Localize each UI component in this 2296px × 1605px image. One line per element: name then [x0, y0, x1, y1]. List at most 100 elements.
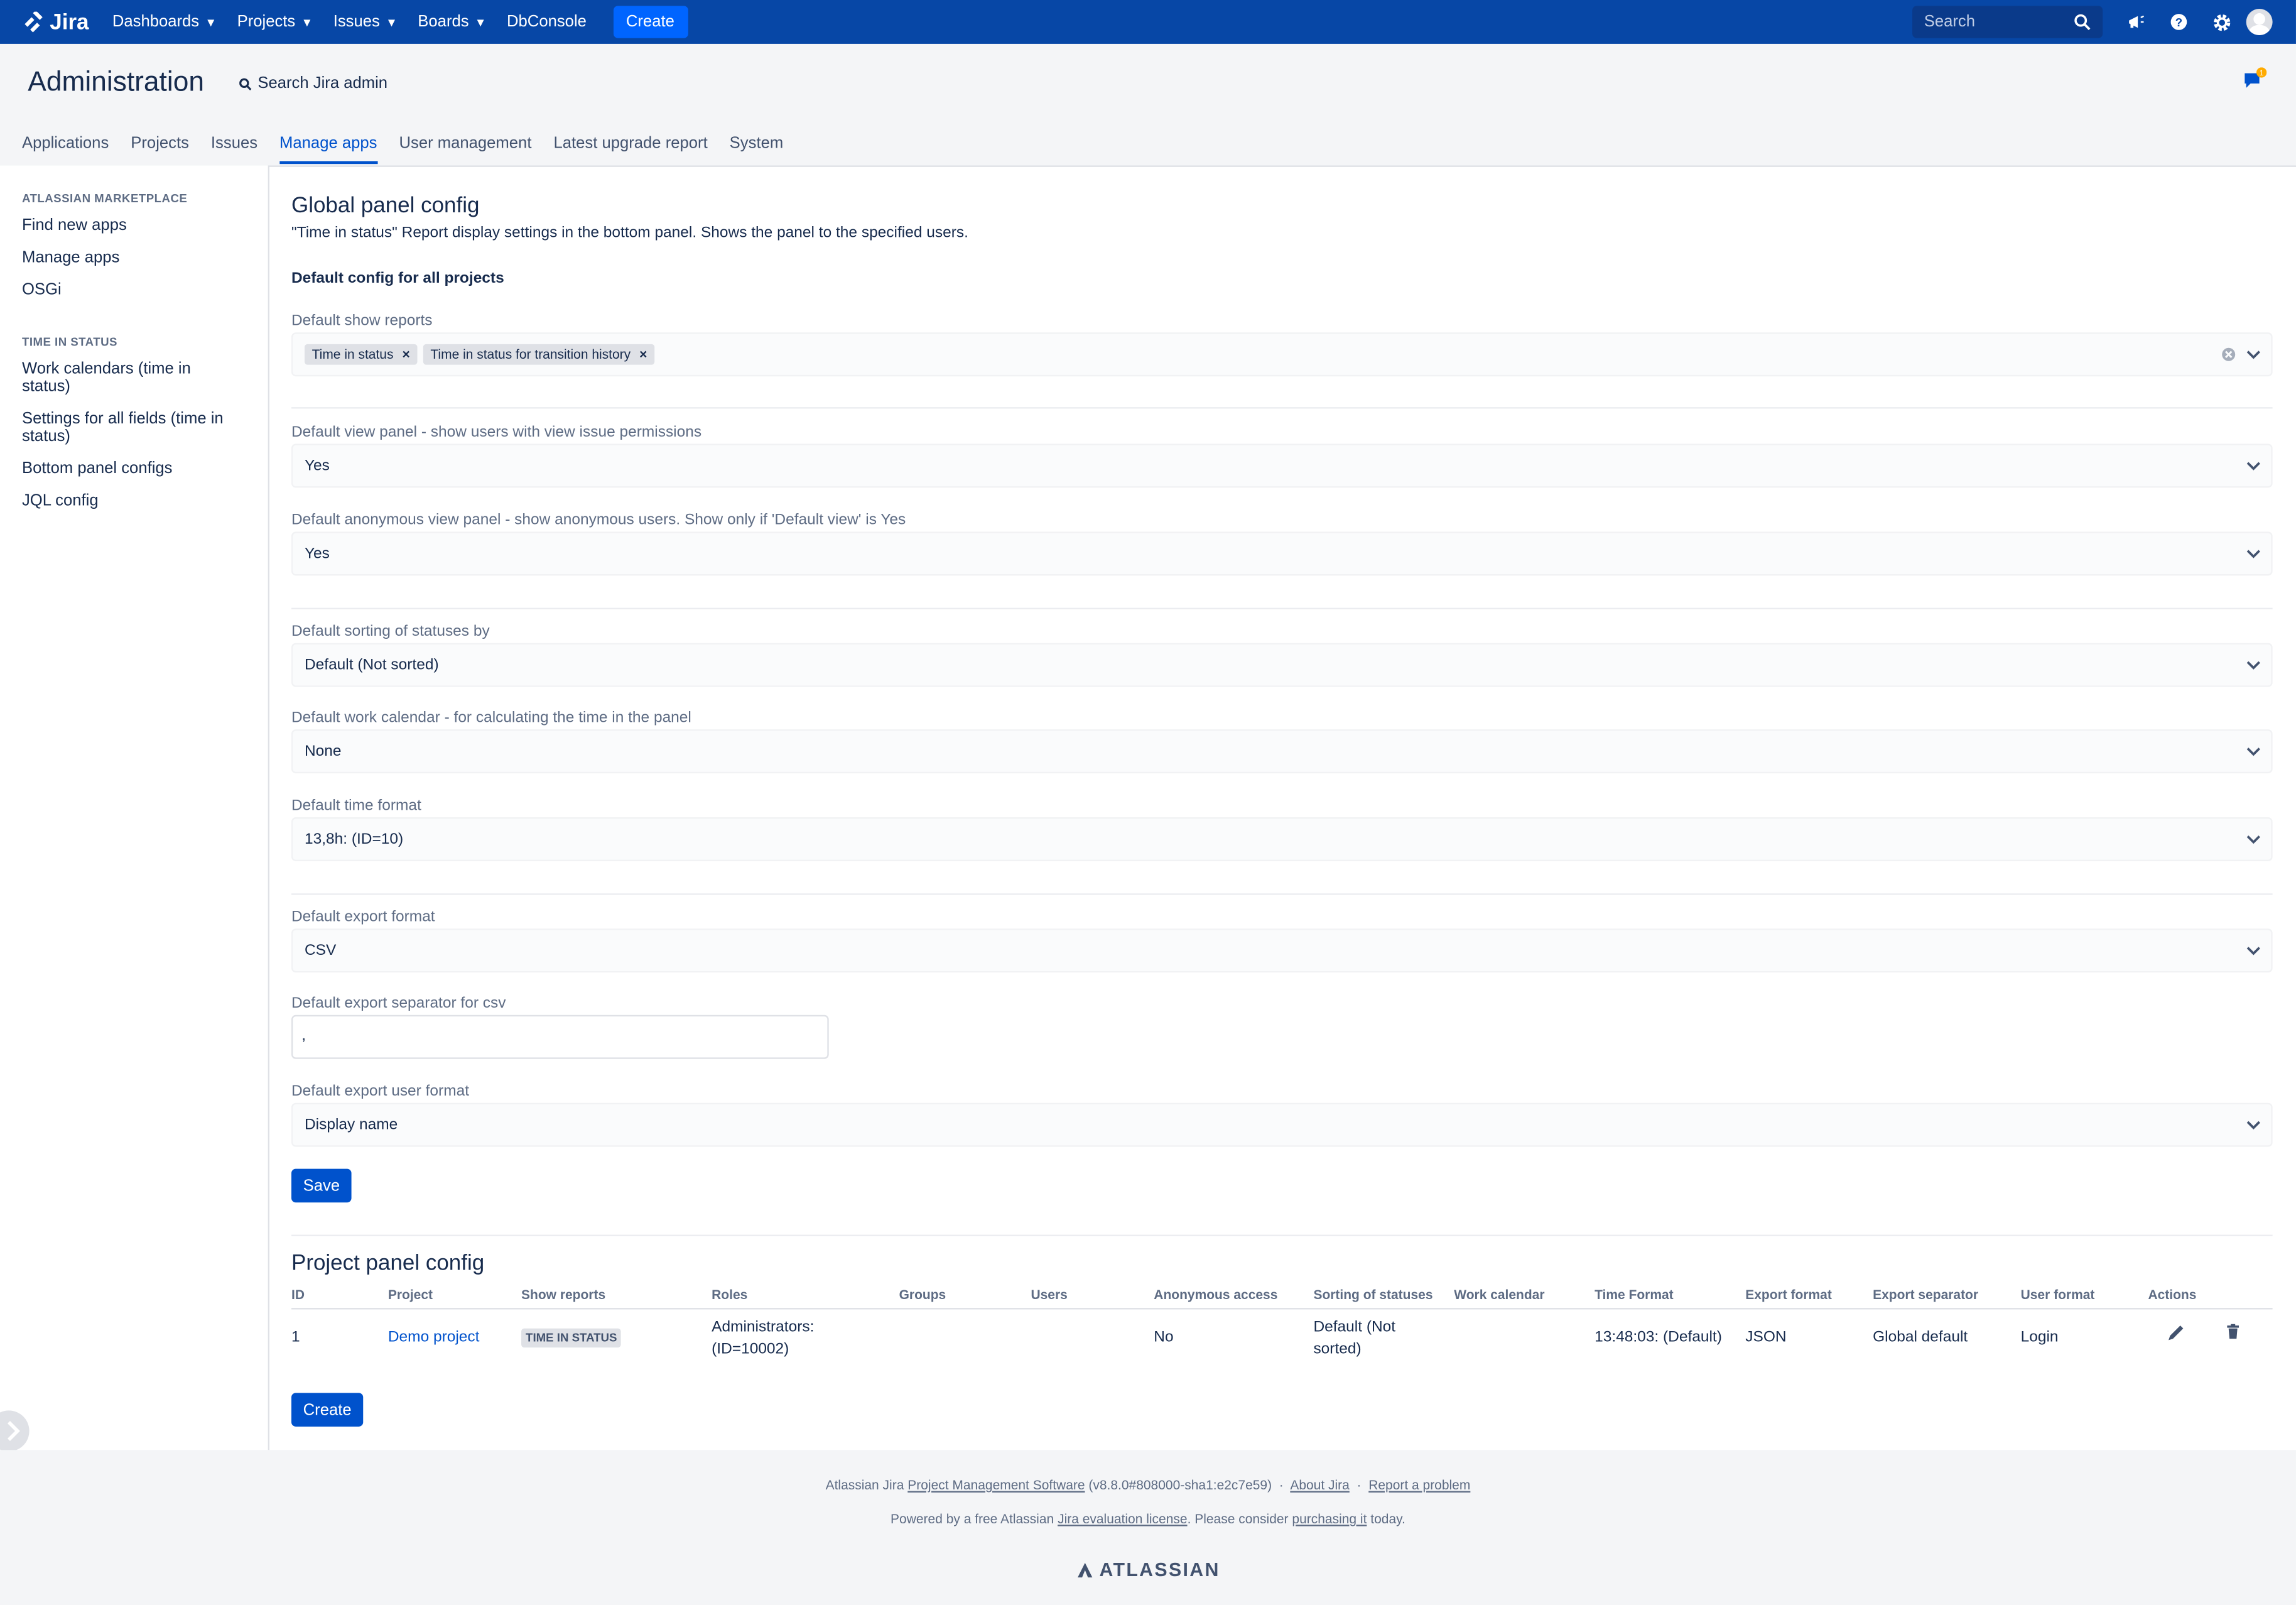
nav-issues[interactable]: Issues ▼ [333, 13, 398, 31]
calendar-select[interactable]: None [291, 729, 2273, 774]
create-config-button[interactable]: Create [291, 1393, 364, 1427]
cell-export-separator: Global default [1873, 1328, 1968, 1346]
status-lozenge: TIME IN STATUS [521, 1328, 622, 1348]
chevron-down-icon [2246, 1121, 2260, 1129]
chevron-down-icon: ▼ [386, 15, 398, 29]
search-icon [239, 77, 252, 90]
user-format-label: Default export user format [291, 1082, 470, 1101]
cell-anonymous: No [1154, 1328, 1174, 1346]
footer-link-purchase[interactable]: purchasing it [1292, 1511, 1367, 1526]
feedback-icon[interactable]: 1 [2243, 67, 2267, 95]
chevron-down-icon: ▼ [205, 15, 217, 29]
user-format-select[interactable]: Display name [291, 1102, 2273, 1147]
separator-input[interactable]: , [291, 1015, 829, 1059]
export-format-select[interactable]: CSV [291, 928, 2273, 973]
atlassian-wordmark: ATLASSIAN [1099, 1558, 1220, 1581]
col-roles: Roles [712, 1287, 748, 1302]
save-button[interactable]: Save [291, 1168, 352, 1203]
cell-export-format: JSON [1745, 1328, 1787, 1346]
section-divider [291, 407, 2273, 409]
chevron-down-icon [2246, 748, 2260, 756]
footer-link-license[interactable]: Jira evaluation license [1058, 1511, 1187, 1526]
admin-search-link[interactable]: Search Jira admin [239, 75, 387, 92]
cell-time-format: 13:48:03: (Default) [1595, 1328, 1722, 1346]
section-divider [291, 893, 2273, 895]
tab-projects[interactable]: Projects [131, 135, 189, 165]
footer-separator: · [1279, 1477, 1284, 1493]
export-format-value: CSV [304, 942, 337, 960]
time-format-select[interactable]: 13,8h: (ID=10) [291, 817, 2273, 861]
trash-icon[interactable] [2224, 1322, 2242, 1347]
cell-user-format: Login [2020, 1328, 2059, 1346]
project-link[interactable]: Demo project [388, 1327, 480, 1349]
megaphone-icon[interactable] [2123, 9, 2150, 35]
tab-latest-upgrade-report[interactable]: Latest upgrade report [553, 135, 707, 165]
view-panel-value: Yes [304, 457, 330, 475]
nav-dbconsole[interactable]: DbConsole [507, 13, 587, 31]
col-work-calendar: Work calendar [1454, 1287, 1545, 1302]
tab-system[interactable]: System [730, 135, 784, 165]
nav-dbconsole-label: DbConsole [507, 13, 587, 31]
footer: Atlassian Jira Project Management Softwa… [0, 1450, 2296, 1605]
sidebar-item-work-calendars[interactable]: Work calendars (time in status) [22, 361, 242, 396]
footer-link-report-problem[interactable]: Report a problem [1368, 1478, 1470, 1493]
global-search-input[interactable]: Search [1912, 6, 2103, 38]
footer-line-1: Atlassian Jira Project Management Softwa… [0, 1478, 2296, 1493]
svg-text:?: ? [2175, 16, 2182, 29]
cell-show-reports: TIME IN STATUS [521, 1327, 622, 1349]
help-icon[interactable]: ? [2165, 9, 2192, 35]
col-show-reports: Show reports [521, 1287, 606, 1302]
anon-panel-value: Yes [304, 545, 330, 563]
tab-user-management[interactable]: User management [399, 135, 531, 165]
sidebar-item-find-new-apps[interactable]: Find new apps [22, 217, 242, 234]
edit-icon[interactable] [2165, 1322, 2186, 1350]
section-divider [291, 1234, 2273, 1236]
chevron-down-icon: ▼ [474, 15, 487, 29]
anon-panel-label: Default anonymous view panel - show anon… [291, 511, 906, 529]
gear-icon[interactable] [2208, 9, 2234, 35]
footer-l2-suffix: today. [1370, 1511, 1405, 1526]
clear-icon[interactable] [2221, 347, 2236, 362]
search-placeholder: Search [1924, 13, 1976, 31]
sidebar-item-bottom-panel-configs[interactable]: Bottom panel configs [22, 460, 242, 477]
tab-applications[interactable]: Applications [22, 135, 109, 165]
nav-dashboards[interactable]: Dashboards ▼ [112, 13, 217, 31]
remove-chip-icon[interactable]: × [639, 347, 647, 362]
separator-value: , [301, 1026, 306, 1045]
chevron-down-icon[interactable] [2245, 345, 2262, 363]
view-panel-label: Default view panel - show users with vie… [291, 423, 702, 441]
chip-label: Time in status for transition history [430, 347, 631, 362]
jira-logo-icon [24, 11, 43, 32]
jira-logo[interactable]: Jira [22, 9, 89, 35]
show-reports-multiselect[interactable]: Time in status × Time in status for trans… [291, 332, 2273, 377]
sidebar-item-settings-all-fields[interactable]: Settings for all fields (time in status) [22, 410, 242, 445]
jira-logo-text: Jira [50, 9, 89, 35]
nav-projects[interactable]: Projects ▼ [237, 13, 313, 31]
atlassian-logo[interactable]: ATLASSIAN [0, 1559, 2296, 1581]
sidebar-item-osgi[interactable]: OSGi [22, 281, 242, 299]
footer-link-about[interactable]: About Jira [1290, 1478, 1350, 1493]
nav-dashboards-label: Dashboards [112, 13, 200, 31]
footer-link-pms[interactable]: Project Management Software [907, 1478, 1085, 1493]
nav-boards-label: Boards [418, 13, 469, 31]
chevron-down-icon [2246, 462, 2260, 471]
cell-id: 1 [291, 1328, 300, 1346]
time-format-label: Default time format [291, 797, 421, 815]
tab-issues[interactable]: Issues [211, 135, 257, 165]
calendar-label: Default work calendar - for calculating … [291, 709, 691, 727]
view-panel-select[interactable]: Yes [291, 443, 2273, 488]
calendar-value: None [304, 743, 342, 761]
sidebar-item-manage-apps[interactable]: Manage apps [22, 249, 242, 266]
remove-chip-icon[interactable]: × [402, 347, 409, 362]
sorting-label: Default sorting of statuses by [291, 622, 490, 640]
footer-prefix: Atlassian Jira [825, 1477, 904, 1493]
top-navigation-bar: Jira Dashboards ▼ Projects ▼ Issues ▼ Board… [0, 0, 2296, 44]
tab-manage-apps[interactable]: Manage apps [279, 135, 377, 165]
sorting-select[interactable]: Default (Not sorted) [291, 643, 2273, 687]
sidebar-item-jql-config[interactable]: JQL config [22, 492, 242, 509]
user-avatar[interactable] [2246, 8, 2273, 35]
create-issue-button[interactable]: Create [612, 6, 688, 38]
col-sorting: Sorting of statuses [1313, 1287, 1433, 1302]
nav-boards[interactable]: Boards ▼ [418, 13, 486, 31]
anon-panel-select[interactable]: Yes [291, 531, 2273, 576]
